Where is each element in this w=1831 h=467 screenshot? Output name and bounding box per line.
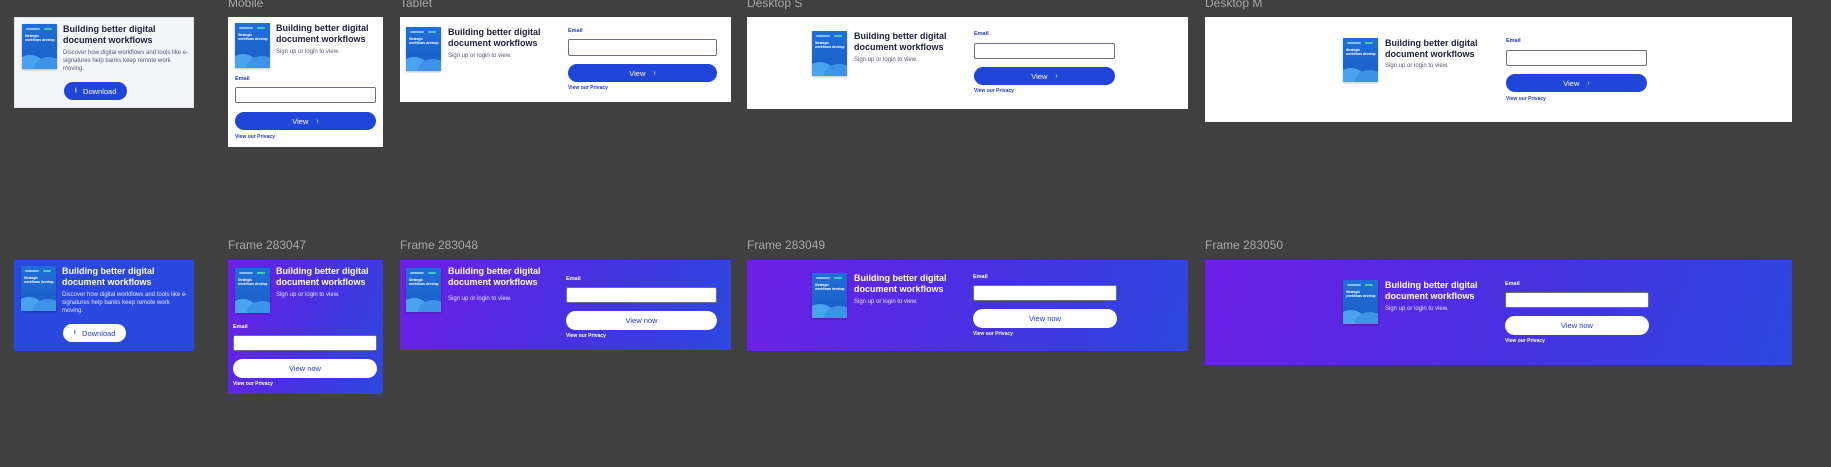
email-label: Email [1505, 281, 1520, 287]
email-input[interactable] [974, 43, 1115, 59]
email-input[interactable] [1506, 50, 1647, 66]
view-button-label: View [1563, 78, 1580, 88]
frame-label-desktop-m: Desktop M [1205, 0, 1263, 10]
card-title: Building better digital document workflo… [854, 31, 947, 52]
card-title: Building better digital document workflo… [448, 266, 541, 287]
chevron-right-icon: › [653, 69, 656, 77]
card-subtitle: Sign up or login to view. [854, 57, 918, 63]
card-subtitle: Sign up or login to view. [448, 296, 512, 302]
privacy-link[interactable]: View our Privacy [566, 333, 606, 339]
card-title: Building better digital document workflo… [62, 266, 155, 287]
report-cover-image: Strategic workflows develop [22, 24, 57, 69]
chevron-right-icon: › [1587, 79, 1590, 87]
report-cover-image: Strategic workflows develop [406, 27, 441, 71]
frame-compact-light: Strategic workflows develop Building bet… [14, 17, 194, 108]
frame-label-283047: Frame 283047 [228, 238, 307, 252]
download-icon: ⭳ [73, 328, 77, 336]
email-input[interactable] [235, 87, 376, 103]
privacy-link[interactable]: View our Privacy [974, 88, 1014, 94]
frame-283050: Strategic workflows develop Building bet… [1205, 260, 1792, 365]
email-label: Email [1506, 38, 1521, 44]
card-description: Discover how digital workflows and tools… [63, 50, 189, 72]
view-button[interactable]: View › [974, 67, 1115, 85]
canvas: { "frames": { "mobile": "Mobile", "table… [0, 0, 1831, 467]
email-input[interactable] [973, 285, 1117, 301]
frame-compact-blue: Strategic workflows develop Building bet… [14, 260, 194, 351]
download-button[interactable]: ⭳ Download [64, 82, 127, 100]
view-button[interactable]: View › [235, 112, 376, 130]
report-cover-image: Strategic workflows develop [812, 273, 847, 318]
card-description: Discover how digital workflows and tools… [62, 292, 188, 314]
view-button-label: View [1031, 71, 1048, 81]
download-button-label: Download [82, 328, 116, 338]
frame-label-tablet: Tablet [400, 0, 433, 10]
email-input[interactable] [233, 335, 377, 351]
view-now-button-label: View now [289, 364, 321, 373]
privacy-link[interactable]: View our Privacy [1505, 338, 1545, 344]
card-subtitle: Sign up or login to view. [1385, 63, 1449, 69]
view-button-label: View [292, 116, 309, 126]
frame-tablet: Strategic workflows develop Building bet… [400, 17, 731, 102]
view-now-button[interactable]: View now [566, 311, 717, 330]
download-button-label: Download [83, 86, 117, 96]
chevron-right-icon: › [1055, 72, 1058, 80]
frame-label-desktop-s: Desktop S [747, 0, 803, 10]
frame-label-283050: Frame 283050 [1205, 238, 1284, 252]
view-button[interactable]: View › [1506, 74, 1647, 92]
report-cover-image: Strategic workflows develop [235, 23, 270, 68]
email-input[interactable] [1505, 292, 1649, 308]
email-label: Email [974, 31, 989, 37]
card-title: Building better digital document workflo… [63, 24, 156, 45]
card-title: Building better digital document workflo… [448, 27, 541, 48]
card-subtitle: Sign up or login to view. [448, 53, 512, 59]
chevron-right-icon: › [316, 117, 319, 125]
privacy-link[interactable]: View our Privacy [1506, 96, 1546, 102]
report-cover-image: Strategic workflows develop [1343, 280, 1378, 324]
card-title: Building better digital document workflo… [276, 266, 369, 287]
view-now-button-label: View now [1561, 321, 1593, 330]
frame-mobile: Strategic workflows develop Building bet… [228, 17, 383, 147]
card-subtitle: Sign up or login to view. [276, 292, 340, 298]
email-label: Email [568, 28, 583, 34]
card-title: Building better digital document workflo… [854, 273, 947, 294]
email-input[interactable] [566, 287, 717, 303]
frame-label-mobile: Mobile [228, 0, 264, 10]
frame-desktop-s: Strategic workflows develop Building bet… [747, 17, 1188, 109]
privacy-link[interactable]: View our Privacy [973, 331, 1013, 337]
card-subtitle: Sign up or login to view. [276, 49, 340, 55]
view-button[interactable]: View › [568, 64, 717, 82]
privacy-link[interactable]: View our Privacy [233, 381, 273, 387]
card-subtitle: Sign up or login to view. [854, 299, 918, 305]
view-now-button-label: View now [1029, 314, 1061, 323]
privacy-link[interactable]: View our Privacy [235, 134, 275, 140]
frame-label-283049: Frame 283049 [747, 238, 826, 252]
report-cover-image: Strategic workflows develop [406, 268, 441, 312]
view-now-button-label: View now [625, 316, 658, 325]
view-now-button[interactable]: View now [973, 309, 1117, 328]
download-button[interactable]: ⭳ Download [63, 324, 126, 342]
email-label: Email [566, 276, 581, 282]
download-icon: ⭳ [74, 86, 78, 94]
frame-283049: Strategic workflows develop Building bet… [747, 260, 1188, 351]
view-button-label: View [629, 68, 646, 78]
email-label: Email [233, 324, 248, 330]
report-cover-image: Strategic workflows develop [21, 266, 56, 311]
report-cover-image: Strategic workflows develop [235, 268, 270, 313]
report-cover-image: Strategic workflows develop [812, 31, 847, 76]
view-now-button[interactable]: View now [233, 359, 377, 378]
card-title: Building better digital document workflo… [1385, 38, 1478, 59]
view-now-button[interactable]: View now [1505, 316, 1649, 335]
email-label: Email [973, 274, 988, 280]
frame-label-283048: Frame 283048 [400, 238, 479, 252]
card-title: Building better digital document workflo… [276, 23, 369, 44]
privacy-link[interactable]: View our Privacy [568, 85, 608, 91]
frame-283048: Strategic workflows develop Building bet… [400, 260, 731, 350]
frame-desktop-m: Strategic workflows develop Building bet… [1205, 17, 1792, 122]
card-subtitle: Sign up or login to view. [1385, 306, 1449, 312]
card-title: Building better digital document workflo… [1385, 280, 1478, 301]
frame-283047: Strategic workflows develop Building bet… [228, 260, 383, 394]
report-cover-image: Strategic workflows develop [1343, 38, 1378, 82]
email-input[interactable] [568, 39, 717, 56]
email-label: Email [235, 76, 250, 82]
